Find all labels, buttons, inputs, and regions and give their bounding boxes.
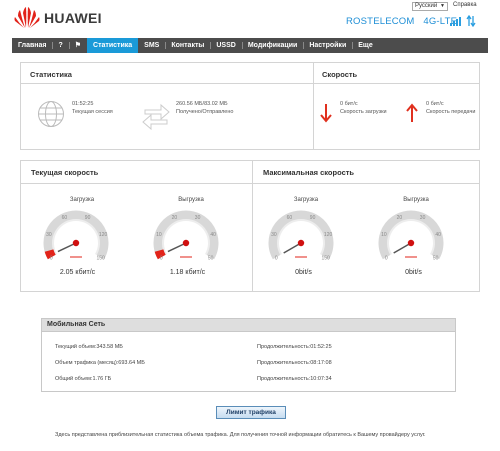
nav-settings[interactable]: Настройки — [303, 38, 352, 53]
max-speed-title: Максимальная скорость — [263, 168, 355, 177]
gauge-tick-label: 60 — [287, 215, 293, 221]
gauge-tick-label: 90 — [310, 215, 316, 221]
help-link[interactable]: Справка — [453, 2, 477, 8]
panel-divider — [313, 63, 314, 149]
traffic-limit-button[interactable]: Лимит трафика — [216, 406, 286, 419]
globe-icon — [38, 101, 64, 127]
gauge-tick-label: 120 — [324, 232, 333, 238]
gauge-track — [268, 210, 334, 260]
upload-speed-value: 0 бит/с — [426, 101, 444, 107]
max-download-gauge: 0 30 60 90 120 150 — [268, 210, 334, 261]
mobile-network-panel: Текущий объем:343.58 МБ Продолжительност… — [41, 332, 456, 392]
operator-name: ROSTELECOM — [346, 16, 415, 27]
gauge-tick-label: 40 — [435, 232, 441, 238]
total-duration: Продолжительность:10:07:34 — [257, 376, 332, 382]
nav-modifications[interactable]: Модификации — [241, 38, 304, 53]
nav-contacts[interactable]: Контакты — [165, 38, 210, 53]
panel-divider — [21, 83, 479, 84]
gauge-tick-label: 20 — [397, 215, 403, 221]
gauge-tick-label: 0 — [50, 255, 53, 261]
nav-home[interactable]: Главная — [12, 38, 52, 53]
gauge-tick-label: 30 — [420, 215, 426, 221]
gauge-hub — [182, 239, 190, 247]
gauge-tick-label: 50 — [208, 255, 214, 261]
current-download-label: Загрузка — [69, 197, 95, 203]
language-select[interactable]: Русский ▼ — [412, 2, 448, 11]
current-speed-title: Текущая скорость — [31, 168, 99, 177]
gauge-tick-label: 150 — [97, 255, 106, 261]
gauge-track — [43, 210, 109, 260]
transfer-arrows-icon — [142, 103, 170, 130]
max-upload-value: 0bit/s — [405, 269, 422, 276]
gauge-tick-label: 120 — [99, 232, 108, 238]
gauge-hub — [297, 239, 305, 247]
language-select-value: Русский — [415, 3, 438, 9]
current-download-gauge: 0 30 60 90 120 150 — [43, 210, 109, 261]
gauge-hub — [407, 239, 415, 247]
current-upload-gauge: 0 10 20 30 40 50 — [153, 210, 219, 261]
upload-arrow-icon — [406, 103, 418, 122]
traffic-label: Получено/Отправлено — [176, 109, 234, 115]
gauge-track — [378, 210, 444, 260]
nav-help-icon[interactable]: ? — [52, 38, 68, 53]
huawei-logo: HUAWEI — [14, 7, 102, 29]
current-download-value: 2.05 кбит/с — [59, 269, 96, 276]
current-duration: Продолжительность:01:52:25 — [257, 344, 332, 350]
download-speed-label: Скорость загрузки — [340, 109, 387, 115]
gauge-tick-label: 50 — [433, 255, 439, 261]
gauge-tick-label: 90 — [85, 215, 91, 221]
gauge-tick-label: 0 — [385, 255, 388, 261]
download-speed-value: 0 бит/с — [340, 101, 358, 107]
gauge-tick-label: 30 — [46, 232, 52, 238]
nav-sms[interactable]: SMS — [138, 38, 165, 53]
current-upload-value: 1.18 кбит/с — [169, 269, 206, 276]
data-transfer-icon — [466, 15, 476, 27]
gauge-tick-label: 150 — [322, 255, 331, 261]
footer-note: Здесь представлена приблизительная стати… — [55, 432, 426, 438]
max-upload-label: Выгрузка — [403, 197, 429, 203]
gauge-tick-label: 20 — [172, 215, 178, 221]
gauge-tick-label: 0 — [160, 255, 163, 261]
statistics-title: Статистика — [30, 70, 72, 79]
gauge-tick-label: 10 — [156, 232, 162, 238]
monthly-duration: Продолжительность:08:17:08 — [257, 360, 332, 366]
download-arrow-icon — [320, 104, 332, 123]
huawei-flower-icon — [14, 7, 40, 28]
gauge-tick-label: 30 — [195, 215, 201, 221]
nav-statistics[interactable]: Статистика — [87, 38, 139, 53]
panel-divider — [21, 183, 479, 184]
speed-title: Скорость — [322, 70, 358, 79]
operator-status: ROSTELECOM 4G-LTE — [346, 16, 457, 27]
signal-strength-icon — [450, 16, 462, 26]
session-label: Текущая сессия — [72, 109, 113, 115]
gauge-tick-label: 10 — [381, 232, 387, 238]
nav-flag-icon[interactable]: ⚑ — [68, 38, 87, 53]
gauge-tick-label: 60 — [62, 215, 68, 221]
mobile-network-title: Мобильная Сеть — [41, 318, 456, 332]
chevron-down-icon: ▼ — [440, 3, 445, 9]
nav-more[interactable]: Еще — [352, 38, 378, 53]
upload-speed-label: Скорость передачи — [426, 109, 476, 115]
current-volume: Текущий объем:343.58 МБ — [55, 344, 123, 350]
monthly-volume: Объем трафика (месяц):693.64 МБ — [55, 360, 145, 366]
brand-name: HUAWEI — [44, 10, 102, 26]
main-navigation: Главная ? ⚑ Статистика SMS Контакты USSD… — [12, 38, 488, 53]
session-time: 01:52:25 — [72, 101, 94, 107]
max-download-label: Загрузка — [293, 197, 319, 203]
gauge-tick-label: 40 — [210, 232, 216, 238]
current-upload-label: Выгрузка — [178, 197, 204, 203]
traffic-value: 260.56 МБ/83.02 МБ — [176, 101, 228, 107]
gauge-track — [153, 210, 219, 260]
statistics-panel: Статистика Скорость 01:52:25 Текущая сес… — [20, 62, 480, 150]
gauge-tick-label: 30 — [271, 232, 277, 238]
max-download-value: 0bit/s — [295, 269, 312, 276]
nav-ussd[interactable]: USSD — [210, 38, 241, 53]
gauge-tick-label: 0 — [275, 255, 278, 261]
total-volume: Общий объем:1.76 ГБ — [55, 376, 112, 382]
max-upload-gauge: 0 10 20 30 40 50 — [378, 210, 444, 261]
gauge-hub — [72, 239, 80, 247]
panel-divider — [252, 161, 253, 291]
